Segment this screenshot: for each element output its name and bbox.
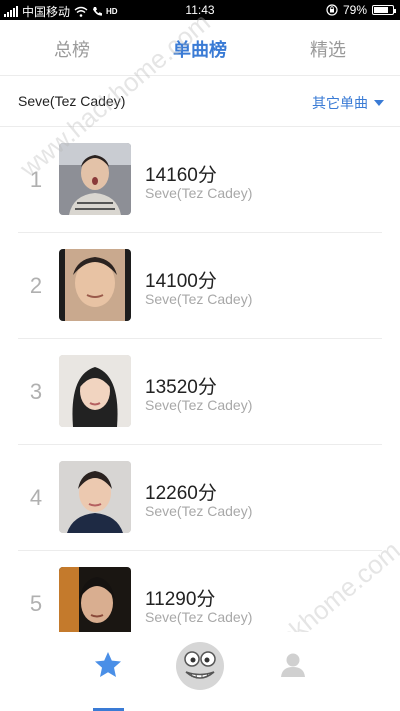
- battery-icon: [372, 5, 396, 15]
- artist-label: Seve(Tez Cadey): [145, 609, 253, 625]
- bottom-nav: [0, 632, 400, 711]
- status-right: 79%: [326, 3, 396, 17]
- score: 11290分: [145, 589, 216, 610]
- list-item[interactable]: 2 14100分 Seve(Tez Cadey): [18, 233, 382, 339]
- monster-face-icon[interactable]: [175, 641, 225, 691]
- list-item[interactable]: 3 13520分 Seve(Tez Cadey): [18, 339, 382, 445]
- battery-percent: 79%: [342, 3, 367, 17]
- score: 14160分: [145, 165, 217, 186]
- list-item[interactable]: 1 14160分 Seve(Tez Cadey): [18, 127, 382, 233]
- user-icon[interactable]: [280, 652, 306, 678]
- avatar: [59, 249, 131, 321]
- score: 12260分: [145, 483, 217, 504]
- tab-single[interactable]: 单曲榜: [150, 36, 250, 62]
- status-bar: 中国移动 HD 11:43 79%: [0, 0, 400, 20]
- battery-fill: [374, 7, 389, 13]
- rank-number: 4: [29, 485, 43, 510]
- score: 13520分: [145, 377, 217, 398]
- avatar: [59, 355, 131, 427]
- artist-label: Seve(Tez Cadey): [145, 185, 253, 201]
- score: 14100分: [145, 271, 217, 292]
- star-icon[interactable]: [93, 650, 123, 680]
- song-title: Seve(Tez Cadey): [18, 93, 126, 109]
- other-songs-label: 其它单曲: [312, 95, 368, 111]
- avatar: [59, 461, 131, 533]
- rank-number: 1: [29, 167, 43, 192]
- artist-label: Seve(Tez Cadey): [145, 503, 253, 519]
- artist-label: Seve(Tez Cadey): [145, 291, 253, 307]
- avatar: [59, 143, 131, 215]
- artist-label: Seve(Tez Cadey): [145, 397, 253, 413]
- list-item[interactable]: 4 12260分 Seve(Tez Cadey): [18, 445, 382, 551]
- other-songs-button[interactable]: 其它单曲: [312, 93, 384, 113]
- avatar: [59, 567, 131, 639]
- song-header: Seve(Tez Cadey) 其它单曲: [0, 77, 400, 127]
- tab-bar: 总榜 单曲榜 精选: [0, 20, 400, 76]
- rank-number: 2: [29, 273, 43, 298]
- lock-rotation-icon: [326, 4, 338, 16]
- rank-number: 3: [29, 379, 43, 404]
- rank-number: 5: [29, 591, 43, 616]
- tab-overall[interactable]: 总榜: [22, 36, 122, 62]
- tab-featured[interactable]: 精选: [278, 36, 378, 62]
- chevron-down-icon: [374, 100, 384, 106]
